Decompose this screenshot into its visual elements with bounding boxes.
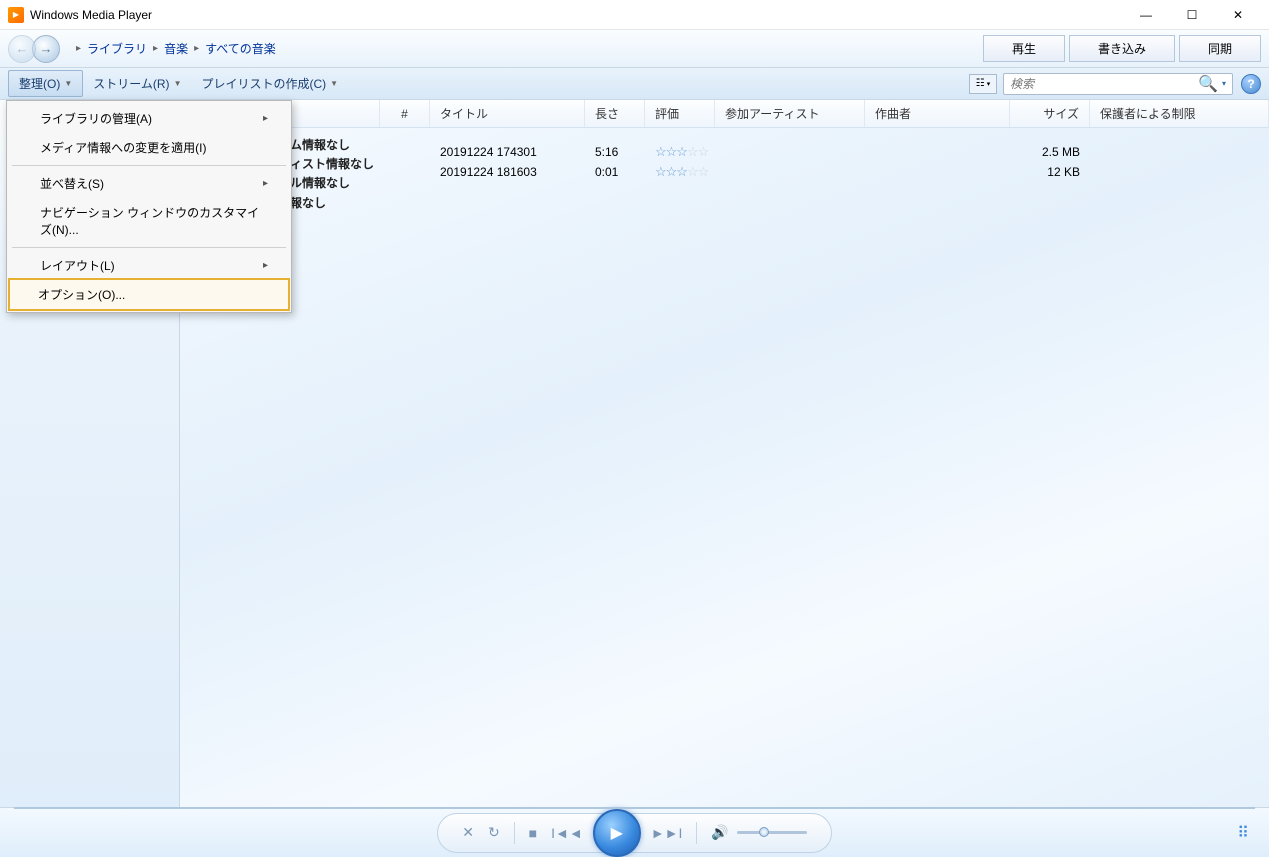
organize-menu-button[interactable]: 整理(O)▼ — [8, 70, 83, 97]
breadcrumb[interactable]: ▸ ライブラリ ▸ 音楽 ▸ すべての音楽 — [70, 40, 276, 57]
close-button[interactable]: ✕ — [1215, 0, 1261, 30]
menu-separator — [12, 165, 286, 166]
volume-slider[interactable] — [737, 831, 807, 834]
menu-manage-libraries[interactable]: ライブラリの管理(A)▸ — [10, 104, 288, 133]
column-length[interactable]: 長さ — [585, 100, 645, 127]
chevron-right-icon: ▸ — [263, 260, 268, 271]
search-input[interactable] — [1010, 77, 1198, 91]
column-rating[interactable]: 評価 — [645, 100, 715, 127]
menu-layout[interactable]: レイアウト(L)▸ — [10, 251, 288, 280]
sync-tab[interactable]: 同期 — [1179, 35, 1261, 62]
titlebar: Windows Media Player — ☐ ✕ — [0, 0, 1269, 30]
back-button[interactable]: ← — [8, 35, 36, 63]
track-title: 20191224 181603 — [430, 165, 585, 179]
chevron-right-icon: ▸ — [263, 178, 268, 189]
column-parental[interactable]: 保護者による制限 — [1090, 100, 1269, 127]
menu-sort[interactable]: 並べ替え(S)▸ — [10, 169, 288, 198]
view-options-button[interactable]: ☷ ▾ — [969, 74, 997, 94]
track-length: 5:16 — [585, 145, 645, 159]
app-title: Windows Media Player — [30, 8, 1123, 22]
album-line: ル情報なし — [290, 174, 380, 193]
organize-dropdown-menu: ライブラリの管理(A)▸ メディア情報への変更を適用(I) 並べ替え(S)▸ ナ… — [6, 100, 292, 313]
column-size[interactable]: サイズ — [1010, 100, 1090, 127]
menu-customize-nav[interactable]: ナビゲーション ウィンドウのカスタマイズ(N)... — [10, 198, 288, 244]
search-icon[interactable]: 🔍 — [1198, 74, 1218, 94]
track-row[interactable]: 20191224 181603 0:01 ☆☆☆☆☆ 12 KB — [380, 162, 1269, 182]
album-line: ム情報なし — [290, 136, 380, 155]
search-box[interactable]: 🔍 ▾ — [1003, 73, 1233, 95]
toolbar: 整理(O)▼ ストリーム(R)▼ プレイリストの作成(C)▼ ☷ ▾ 🔍 ▾ ? — [0, 68, 1269, 100]
stop-button[interactable]: ■ — [529, 825, 537, 841]
create-playlist-button[interactable]: プレイリストの作成(C)▼ — [191, 71, 348, 96]
app-icon — [8, 7, 24, 23]
column-number[interactable]: # — [380, 100, 430, 127]
mute-button[interactable]: 🔊 — [711, 824, 728, 841]
track-rating[interactable]: ☆☆☆☆☆ — [645, 144, 715, 160]
shuffle-button[interactable]: ✕ — [462, 824, 474, 841]
stream-menu-button[interactable]: ストリーム(R)▼ — [83, 71, 191, 96]
track-row[interactable]: 20191224 174301 5:16 ☆☆☆☆☆ 2.5 MB — [380, 142, 1269, 162]
maximize-button[interactable]: ☐ — [1169, 0, 1215, 30]
menu-separator — [12, 247, 286, 248]
track-size: 2.5 MB — [1010, 145, 1090, 159]
menu-options[interactable]: オプション(O)... — [8, 278, 290, 311]
chevron-right-icon: ▸ — [263, 113, 268, 124]
seek-bar[interactable] — [14, 807, 1255, 809]
column-artist[interactable]: 参加アーティスト — [715, 100, 865, 127]
repeat-button[interactable]: ↻ — [488, 824, 500, 841]
breadcrumb-item[interactable]: ライブラリ — [87, 40, 147, 57]
previous-button[interactable]: I◄◄ — [551, 825, 583, 841]
track-rating[interactable]: ☆☆☆☆☆ — [645, 164, 715, 180]
content-area: アルバム # タイトル 長さ 評価 参加アーティスト 作曲者 サイズ 保護者によ… — [180, 100, 1269, 824]
play-tab[interactable]: 再生 — [983, 35, 1065, 62]
play-button[interactable]: ▶ — [593, 809, 641, 857]
playback-bar: ✕ ↻ ■ I◄◄ ▶ ►►I 🔊 ⠿ — [0, 807, 1269, 857]
menu-apply-media-info[interactable]: メディア情報への変更を適用(I) — [10, 133, 288, 162]
volume-thumb[interactable] — [759, 827, 769, 837]
navbar: ← → ▸ ライブラリ ▸ 音楽 ▸ すべての音楽 再生 書き込み 同期 — [0, 30, 1269, 68]
column-headers: アルバム # タイトル 長さ 評価 参加アーティスト 作曲者 サイズ 保護者によ… — [180, 100, 1269, 128]
track-title: 20191224 174301 — [430, 145, 585, 159]
next-button[interactable]: ►►I — [651, 825, 683, 841]
playback-controls: ✕ ↻ ■ I◄◄ ▶ ►►I 🔊 — [437, 813, 832, 853]
track-size: 12 KB — [1010, 165, 1090, 179]
switch-view-button[interactable]: ⠿ — [1237, 823, 1249, 843]
help-button[interactable]: ? — [1241, 74, 1261, 94]
album-line: ィスト情報なし — [290, 155, 380, 174]
breadcrumb-item[interactable]: 音楽 — [164, 40, 188, 57]
forward-button[interactable]: → — [32, 35, 60, 63]
minimize-button[interactable]: — — [1123, 0, 1169, 30]
column-composer[interactable]: 作曲者 — [865, 100, 1010, 127]
track-length: 0:01 — [585, 165, 645, 179]
album-line: 報なし — [290, 194, 380, 213]
burn-tab[interactable]: 書き込み — [1069, 35, 1175, 62]
breadcrumb-item[interactable]: すべての音楽 — [205, 40, 276, 57]
column-title[interactable]: タイトル — [430, 100, 585, 127]
search-dropdown-icon[interactable]: ▾ — [1222, 79, 1226, 88]
